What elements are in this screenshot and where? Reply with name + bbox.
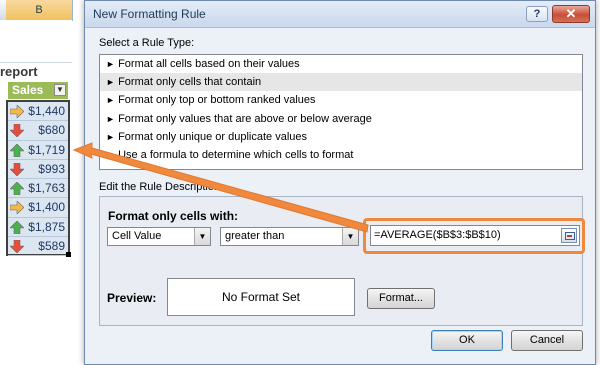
rule-type-list[interactable]: ► Format all cells based on their values… <box>99 54 583 170</box>
triangle-bullet-icon: ► <box>106 131 115 142</box>
sales-cell[interactable]: $1,400 <box>8 198 68 218</box>
rule-type-item[interactable]: ► Format only values that are above or b… <box>100 110 582 128</box>
sales-range-selection[interactable]: $1,440 $680 $1,719 $993 $1,763 $1,400 $1,875 $5… <box>6 100 70 256</box>
sales-cell[interactable]: $1,719 <box>8 141 68 160</box>
operator-value: greater than <box>225 230 285 242</box>
chevron-down-icon[interactable]: ▼ <box>342 228 358 245</box>
new-formatting-rule-dialog: New Formatting Rule ? ✕ Select a Rule Ty… <box>84 0 596 365</box>
format-only-cells-label: Format only cells with: <box>108 209 239 223</box>
operator-select[interactable]: greater than ▼ <box>220 227 359 246</box>
down-arrow-icon <box>10 124 24 138</box>
sales-value: $589 <box>38 238 65 253</box>
edit-rule-description-label: Edit the Rule Description: <box>99 181 224 193</box>
dialog-title: New Formatting Rule <box>93 7 206 21</box>
rule-type-item[interactable]: ► Format only cells that contain <box>100 73 582 92</box>
triangle-bullet-icon: ► <box>106 59 115 69</box>
rule-type-label: Format only values that are above or bel… <box>118 112 372 125</box>
up-arrow-icon <box>10 182 24 195</box>
right-arrow-icon <box>10 105 24 118</box>
chevron-down-icon[interactable]: ▼ <box>194 228 210 245</box>
report-title: report <box>0 64 38 79</box>
triangle-bullet-icon: ► <box>106 77 115 88</box>
preview-label: Preview: <box>107 291 157 305</box>
rule-type-item[interactable]: ► Format only unique or duplicate values <box>100 128 582 146</box>
triangle-bullet-icon: ► <box>106 113 115 124</box>
triangle-bullet-icon: ► <box>106 149 115 160</box>
filter-dropdown-icon[interactable]: ▼ <box>54 84 66 96</box>
sales-cell[interactable]: $1,763 <box>8 179 68 199</box>
rule-type-label: Format only cells that contain <box>118 76 262 89</box>
sales-cell[interactable]: $993 <box>8 160 68 179</box>
close-button[interactable]: ✕ <box>552 5 590 23</box>
dialog-titlebar[interactable]: New Formatting Rule ? ✕ <box>85 1 595 28</box>
sheet-row <box>0 20 72 43</box>
up-arrow-icon <box>10 220 24 234</box>
condition-type-value: Cell Value <box>112 230 162 242</box>
sales-value: $680 <box>38 123 65 138</box>
condition-type-select[interactable]: Cell Value ▼ <box>107 227 211 246</box>
sales-cell[interactable]: $680 <box>8 121 68 141</box>
right-arrow-icon <box>10 201 24 215</box>
rule-type-label: Use a formula to determine which cells t… <box>118 148 354 161</box>
up-arrow-icon <box>10 143 24 157</box>
rule-type-label: Format all cells based on their values <box>118 58 300 70</box>
help-button[interactable]: ? <box>526 6 548 22</box>
preview-box: No Format Set <box>167 278 355 316</box>
column-header-b[interactable]: B <box>6 0 73 21</box>
rule-type-label: Format only top or bottom ranked values <box>118 94 316 107</box>
sales-value: $1,400 <box>28 200 65 215</box>
rule-type-item[interactable]: ► Use a formula to determine which cells… <box>100 146 582 164</box>
sales-value: $1,719 <box>28 142 65 157</box>
select-rule-type-label: Select a Rule Type: <box>99 37 195 49</box>
rule-type-item[interactable]: ► Format all cells based on their values <box>100 55 582 73</box>
sales-value: $1,875 <box>28 219 65 234</box>
sales-value: $1,763 <box>28 181 65 195</box>
sales-value: $1,440 <box>28 104 65 118</box>
sales-cell[interactable]: $589 <box>8 237 68 256</box>
ok-button[interactable]: OK <box>431 330 503 351</box>
sales-column-header: Sales ▼ <box>8 82 68 99</box>
format-button[interactable]: Format... <box>367 288 435 309</box>
triangle-bullet-icon: ► <box>106 95 115 106</box>
fill-handle[interactable] <box>66 252 71 257</box>
sheet-row <box>0 42 72 63</box>
down-arrow-icon <box>10 162 24 176</box>
cancel-button[interactable]: Cancel <box>511 330 583 351</box>
sales-value: $993 <box>38 161 65 176</box>
sales-cell[interactable]: $1,440 <box>8 102 68 122</box>
rule-type-label: Format only unique or duplicate values <box>118 130 308 143</box>
sales-header-label: Sales <box>12 83 44 97</box>
sales-cell[interactable]: $1,875 <box>8 218 68 237</box>
rule-type-item[interactable]: ► Format only top or bottom ranked value… <box>100 91 582 109</box>
formula-highlight-frame <box>363 218 585 254</box>
down-arrow-icon <box>10 239 24 253</box>
